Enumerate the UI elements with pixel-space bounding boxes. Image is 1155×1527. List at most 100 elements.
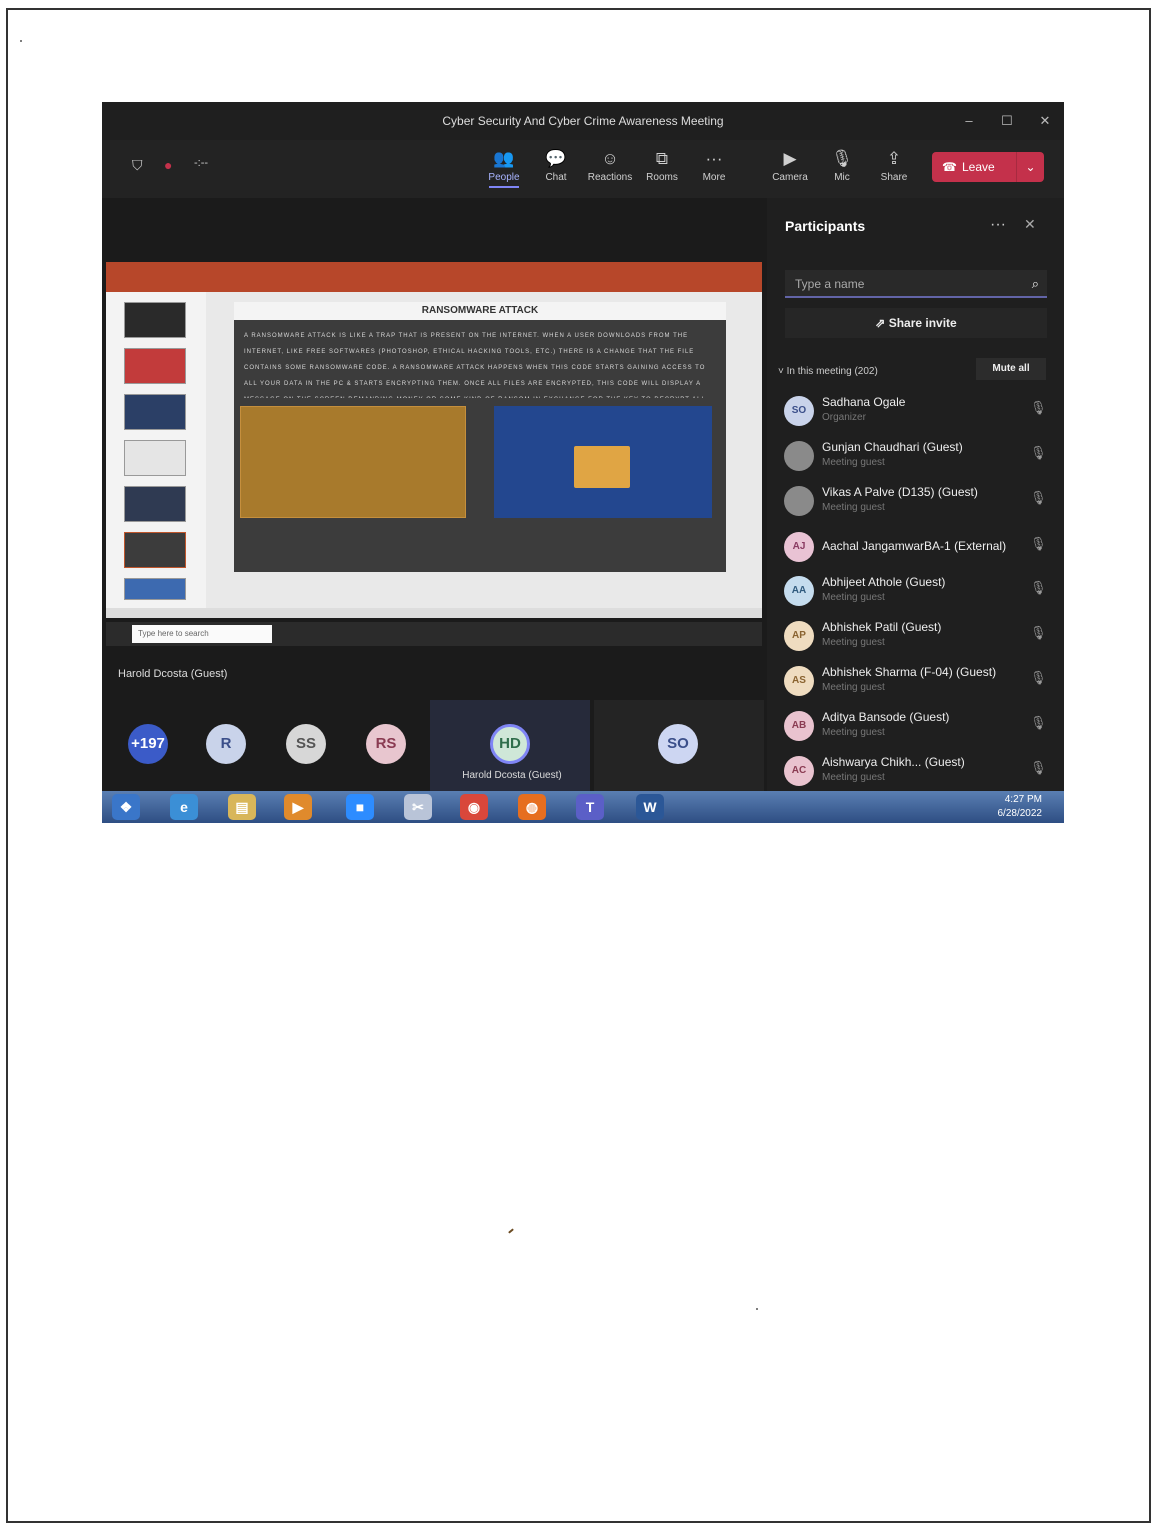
slide-thumbnail[interactable] xyxy=(124,578,186,600)
participant-avatar: SO xyxy=(784,396,814,426)
scan-mark xyxy=(508,1228,514,1234)
participant-name: Abhishek Sharma (F-04) (Guest) xyxy=(822,665,997,679)
share-button[interactable]: ⇪ Share xyxy=(870,148,918,183)
more-options-icon[interactable]: ··· xyxy=(990,216,1006,234)
mic-muted-icon: 🎙 xyxy=(1030,580,1047,595)
share-invite-icon: ⇗ xyxy=(875,316,886,330)
windows-start-icon[interactable]: ❖ xyxy=(112,794,140,820)
reactions-icon: ☺ xyxy=(601,149,619,168)
mic-muted-icon: 🎙 xyxy=(1030,625,1047,640)
camera-label: Camera xyxy=(772,172,808,183)
minimize-button[interactable]: – xyxy=(954,102,984,140)
clock-time: 4:27 PM xyxy=(1004,794,1042,805)
participant-role: Organizer xyxy=(822,412,866,423)
maximize-button[interactable]: ☐ xyxy=(992,102,1022,140)
slide-body: A RANSOMWARE ATTACK IS LIKE A TRAP THAT … xyxy=(244,333,706,398)
snipping-icon[interactable]: ✂ xyxy=(404,794,432,820)
mic-muted-icon: 🎙 xyxy=(1030,490,1047,505)
participant-role: Meeting guest xyxy=(822,637,885,648)
rooms-icon: ⧉ xyxy=(655,149,669,168)
close-panel-icon[interactable]: ✕ xyxy=(1024,216,1036,233)
share-invite-label: Share invite xyxy=(888,316,957,330)
participant-name: Abhijeet Athole (Guest) xyxy=(822,575,946,589)
panel-title: Participants xyxy=(785,218,866,234)
participant-row[interactable]: AS Abhishek Sharma (F-04) (Guest) Meeting … xyxy=(784,660,1054,702)
participant-avatar: AS xyxy=(784,666,814,696)
participant-row[interactable]: Gunjan Chaudhari (Guest) Meeting guest 🎙 xyxy=(784,435,1054,477)
participant-name: Aditya Bansode (Guest) xyxy=(822,710,950,724)
participant-name: Aachal JangamwarBA-1 (External) xyxy=(822,539,1007,553)
remote-taskbar: Type here to search xyxy=(106,622,762,646)
chrome-icon[interactable]: ◉ xyxy=(460,794,488,820)
avatar[interactable]: RS xyxy=(366,724,406,764)
participant-avatar xyxy=(784,486,814,516)
reactions-button[interactable]: ☺ Reactions xyxy=(584,148,636,183)
scan-speck xyxy=(756,1308,758,1310)
ie-icon[interactable]: e xyxy=(170,794,198,820)
participant-row[interactable]: AA Abhijeet Athole (Guest) Meeting guest 🎙 xyxy=(784,570,1054,612)
mic-button[interactable]: 🎙 Mic xyxy=(818,148,866,183)
participant-gallery: +197 R SS RS HD Harold Dcosta (Guest) SO xyxy=(102,700,767,792)
presenter-label: Harold Dcosta (Guest) xyxy=(118,668,228,680)
people-button[interactable]: 👥 People xyxy=(480,148,528,188)
participant-row[interactable]: AP Abhishek Patil (Guest) Meeting guest 🎙 xyxy=(784,615,1054,657)
mic-muted-icon: 🎙 xyxy=(1030,400,1047,415)
participant-row[interactable]: AC Aishwarya Chikh... (Guest) Meeting gues… xyxy=(784,750,1054,792)
slide-thumbnail-selected[interactable] xyxy=(124,532,186,568)
slide-thumbnail[interactable] xyxy=(124,302,186,338)
chevron-down-icon[interactable]: ⌄ xyxy=(1016,152,1044,182)
in-meeting-label: In this meeting (202) xyxy=(786,366,878,377)
mic-label: Mic xyxy=(834,172,850,183)
zoom-icon[interactable]: ■ xyxy=(346,794,374,820)
clock-date: 6/28/2022 xyxy=(997,808,1043,819)
slide-thumbnail[interactable] xyxy=(124,440,186,476)
remote-search-box: Type here to search xyxy=(132,625,272,643)
avatar[interactable]: R xyxy=(206,724,246,764)
avatar[interactable]: SS xyxy=(286,724,326,764)
people-label: People xyxy=(488,172,520,183)
in-meeting-section[interactable]: ˅ In this meeting (202) xyxy=(778,366,878,377)
slide-thumbnail[interactable] xyxy=(124,486,186,522)
mic-muted-icon: 🎙 xyxy=(1030,760,1047,775)
chat-label: Chat xyxy=(545,172,567,183)
chat-button[interactable]: 💬 Chat xyxy=(532,148,580,183)
participant-row[interactable]: AJ Aachal JangamwarBA-1 (External) 🎙 xyxy=(784,526,1054,568)
participant-search-input[interactable]: Type a name ⌕ xyxy=(785,270,1047,298)
more-button[interactable]: ··· More xyxy=(690,148,738,183)
participants-panel: Participants ··· ✕ Type a name ⌕ ⇗ Share… xyxy=(770,198,1064,795)
scan-speck xyxy=(20,40,22,42)
shared-screen-stage: RANSOMWARE ATTACK A RANSOMWARE ATTACK IS… xyxy=(102,198,767,795)
slide-thumbnail[interactable] xyxy=(124,394,186,430)
slide-image-right xyxy=(494,406,712,518)
share-label: Share xyxy=(880,172,908,183)
participant-row[interactable]: AB Aditya Bansode (Guest) Meeting guest 🎙 xyxy=(784,705,1054,747)
phone-hangup-icon: ☎ xyxy=(942,160,957,174)
firefox-icon[interactable]: ◍ xyxy=(518,794,546,820)
share-invite-button[interactable]: ⇗ Share invite xyxy=(785,308,1047,338)
slide-title: RANSOMWARE ATTACK xyxy=(234,302,726,320)
participant-row[interactable]: Vikas A Palve (D135) (Guest) Meeting gues… xyxy=(784,480,1054,522)
teams-icon[interactable]: T xyxy=(576,794,604,820)
windows-taskbar: ❖ e ▤ ▶ ■ ✂ ◉ ◍ T W 4:27 PM 6/28/2022 xyxy=(102,791,1064,823)
participant-row[interactable]: SO Sadhana Ogale Organizer 🎙 xyxy=(784,390,1054,432)
close-button[interactable]: ✕ xyxy=(1030,102,1060,140)
teams-meeting-screenshot: Cyber Security And Cyber Crime Awareness… xyxy=(102,102,1064,823)
mic-muted-icon: 🎙 xyxy=(1030,715,1047,730)
rooms-button[interactable]: ⧉ Rooms xyxy=(638,148,686,183)
mic-muted-icon: 🎙 xyxy=(1030,536,1047,551)
media-player-icon[interactable]: ▶ xyxy=(284,794,312,820)
search-placeholder: Type a name xyxy=(795,277,865,291)
powerpoint-ribbon xyxy=(106,262,762,292)
share-icon: ⇪ xyxy=(886,149,902,168)
leave-button[interactable]: ☎ Leave ⌄ xyxy=(932,152,1044,182)
participant-name: Sadhana Ogale xyxy=(822,395,906,409)
participant-role: Meeting guest xyxy=(822,457,885,468)
explorer-icon[interactable]: ▤ xyxy=(228,794,256,820)
slide-thumbnail[interactable] xyxy=(124,348,186,384)
participant-avatar: AB xyxy=(784,711,814,741)
mic-off-icon: 🎙 xyxy=(831,149,853,168)
overflow-avatar[interactable]: +197 xyxy=(128,724,168,764)
camera-button[interactable]: ▶ Camera xyxy=(766,148,814,183)
mute-all-button[interactable]: Mute all xyxy=(976,358,1046,380)
word-icon[interactable]: W xyxy=(636,794,664,820)
